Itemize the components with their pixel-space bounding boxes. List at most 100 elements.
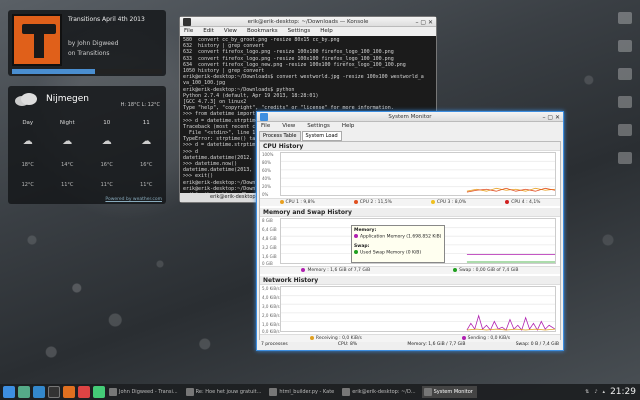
terminal-launcher-icon[interactable] (48, 386, 60, 398)
mem-tick: 8 GiB (262, 218, 273, 223)
network-icon[interactable]: ⇅ (585, 389, 589, 395)
cpu-tick: 80% (262, 160, 271, 165)
cpu-line (466, 187, 556, 193)
net-tick: 2,0 KiB/s (262, 313, 280, 318)
memory-history-heading: Memory and Swap History (260, 208, 560, 217)
cpu-history-section: CPU History 100% 80% 60% 40% 20% 0% CPU … (260, 142, 560, 206)
cloud-icon (15, 93, 37, 106)
weather-credit-link[interactable]: Powered by weather.com (105, 197, 162, 202)
menu-bookmarks[interactable]: Bookmarks (247, 27, 278, 36)
rain-cloud-icon: ☁ (22, 136, 33, 147)
legend-cpu4: CPU 4 : 4,1% (505, 199, 540, 206)
sysmon-title: System Monitor (388, 114, 432, 120)
konsole-menubar: File Edit View Bookmarks Settings Help (180, 27, 436, 36)
track-title: Transitions April 4th 2013 (68, 16, 145, 23)
menu-edit[interactable]: Edit (203, 27, 214, 36)
system-tray: ⇅ ♪ ▴ 21:29 (585, 387, 640, 397)
legend-cpu2: CPU 2 : 11,5% (353, 199, 392, 206)
mem-tick: 4,8 GiB (262, 236, 277, 241)
sysmon-tabs: Process Table System Load (259, 131, 342, 141)
status-cpu: CPU: 8% (337, 342, 358, 347)
playback-progress[interactable] (12, 69, 162, 74)
task-item[interactable]: html_builder.py - Kate (267, 386, 338, 398)
cpu-tick: 40% (262, 176, 271, 181)
media-icon[interactable] (93, 386, 105, 398)
mem-tick: 3,2 GiB (262, 245, 277, 250)
mem-tick: 6,4 GiB (262, 227, 277, 232)
weather-day: 10 (103, 120, 111, 126)
weather-high: 16°C (100, 162, 113, 168)
menu-help[interactable]: Help (320, 27, 333, 36)
memory-history-section: Memory and Swap History Memory: Applicat… (260, 208, 560, 274)
task-item-active[interactable]: System Monitor (421, 386, 477, 398)
menu-view[interactable]: View (282, 122, 295, 131)
tab-process-table[interactable]: Process Table (259, 131, 301, 141)
menu-file[interactable]: File (261, 122, 270, 131)
desktop-icon[interactable] (618, 40, 632, 52)
desktop-icons (618, 12, 634, 164)
network-history-plot (280, 286, 556, 332)
desktop-icon[interactable] (618, 124, 632, 136)
settings-icon[interactable] (33, 386, 45, 398)
rain-cloud-icon: ☁ (141, 136, 152, 147)
clock[interactable]: 21:29 (610, 387, 636, 397)
tab-system-load[interactable]: System Load (301, 131, 342, 141)
desktop-icon[interactable] (618, 96, 632, 108)
task-item[interactable]: erik@erik-desktop: ~/D... (340, 386, 419, 398)
window-controls[interactable]: – ▢ ✕ (415, 18, 433, 28)
network-history-heading: Network History (260, 276, 560, 285)
legend-cpu3: CPU 3 : 8,0% (430, 199, 466, 206)
menu-view[interactable]: View (224, 27, 237, 36)
cpu-tick: 20% (262, 184, 271, 189)
weather-lows: 12°C 11°C 11°C 11°C (8, 182, 166, 188)
status-processes: 7 processes (261, 342, 288, 347)
task-item[interactable]: Re: Hoe het jouw gratuit... (184, 386, 266, 398)
weather-day: Day (22, 120, 34, 126)
memory-legend: Memory : 1,6 GiB of 7,7 GiB Swap : 0,00 … (260, 266, 560, 274)
sending-line (466, 314, 556, 331)
notification-icon[interactable]: ▴ (603, 389, 606, 395)
weather-low: 11°C (140, 182, 153, 188)
volume-icon[interactable]: ♪ (594, 389, 597, 395)
memory-tooltip: Memory: Application Memory (1.698.852 Ki… (351, 225, 445, 263)
net-tick: 5,0 KiB/s (262, 286, 280, 291)
desktop-icon[interactable] (618, 152, 632, 164)
rain-cloud-icon: ☁ (62, 136, 73, 147)
firefox-icon[interactable] (63, 386, 75, 398)
menu-help[interactable]: Help (342, 122, 355, 131)
sysmon-titlebar[interactable]: System Monitor – ▢ ✕ (257, 112, 563, 122)
cpu-tick: 100% (262, 152, 274, 157)
weather-highs: 18°C 14°C 16°C 16°C (8, 162, 166, 168)
legend-cpu1: CPU 1 : 9,8% (279, 199, 315, 206)
cpu-tick: 0% (262, 192, 269, 197)
network-history-section: Network History 5,0 KiB/s 4,0 KiB/s 3,0 … (260, 276, 560, 342)
rain-cloud-icon: ☁ (101, 136, 112, 147)
taskbar: John Digweed - Transi... Re: Hoe het jou… (0, 384, 640, 400)
cpu-legend: CPU 1 : 9,8% CPU 2 : 11,5% CPU 3 : 8,0% … (260, 198, 560, 206)
weather-high: 18°C (21, 162, 34, 168)
track-artist: by John Digweed (68, 40, 119, 47)
now-playing-widget: Transitions April 4th 2013 by John Digwe… (8, 10, 166, 76)
desktop-icon[interactable] (618, 12, 632, 24)
window-controls[interactable]: – ▢ ✕ (542, 113, 560, 123)
sysmon-statusbar: 7 processes CPU: 8% Memory: 1,6 GiB / 7,… (257, 340, 563, 350)
weather-low: 11°C (61, 182, 74, 188)
mem-tick: 1,6 GiB (262, 254, 277, 259)
menu-file[interactable]: File (184, 27, 193, 36)
konsole-titlebar[interactable]: erik@erik-desktop: ~/Downloads — Konsole… (180, 17, 436, 27)
desktop-icon[interactable] (618, 68, 632, 80)
album-cover[interactable] (12, 14, 62, 66)
files-icon[interactable] (18, 386, 30, 398)
net-tick: 4,0 KiB/s (262, 295, 280, 300)
weather-hilo: H: 18°C L: 12°C (120, 102, 160, 108)
task-item[interactable]: John Digweed - Transi... (107, 386, 182, 398)
sysmon-menubar: File View Settings Help (257, 122, 563, 131)
mail-icon[interactable] (78, 386, 90, 398)
application-launcher-icon[interactable] (3, 386, 15, 398)
weather-days: Day Night 10 11 (8, 120, 166, 126)
monitor-icon (260, 113, 268, 121)
weather-widget: Nijmegen H: 18°C L: 12°C Day Night 10 11… (8, 86, 166, 204)
menu-settings[interactable]: Settings (307, 122, 330, 131)
track-album: on Transitions (68, 50, 110, 57)
menu-settings[interactable]: Settings (288, 27, 311, 36)
